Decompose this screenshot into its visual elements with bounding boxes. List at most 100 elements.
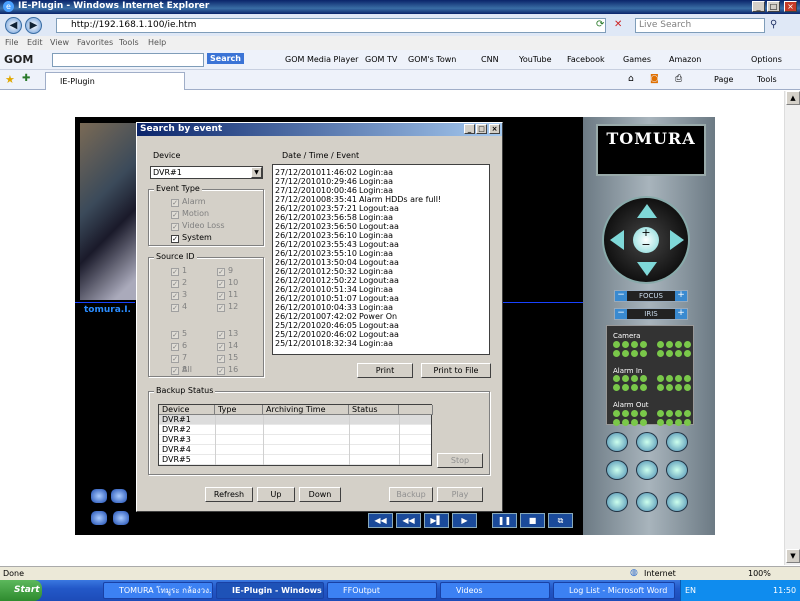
backup-button[interactable]: Backup: [389, 487, 433, 502]
minimize-button[interactable]: _: [752, 1, 765, 12]
iris-plus-button[interactable]: +: [675, 309, 687, 319]
alarm-bell-button[interactable]: [636, 432, 658, 452]
live-search-input[interactable]: Live Search: [635, 18, 765, 33]
col-type[interactable]: Type: [215, 405, 263, 415]
menu-tools[interactable]: Tools: [119, 38, 139, 47]
print-to-file-button[interactable]: Print to File: [421, 363, 491, 378]
source-id-checkbox[interactable]: ✓ 7: [171, 353, 187, 363]
layout-4-button[interactable]: [110, 488, 128, 504]
address-input[interactable]: http://192.168.1.100/ie.htm: [56, 18, 606, 33]
home-icon[interactable]: ⌂: [628, 74, 634, 84]
task-ffoutput[interactable]: FFOutput: [327, 582, 437, 599]
page-menu[interactable]: Page: [714, 75, 733, 84]
source-id-checkbox[interactable]: ✓ 16: [217, 365, 238, 375]
scroll-up-arrow[interactable]: ▲: [786, 91, 800, 105]
source-id-checkbox[interactable]: ✓ 1: [171, 266, 187, 276]
zoom-center-button[interactable]: + −: [633, 227, 659, 253]
print-icon[interactable]: ⎙: [675, 74, 682, 84]
source-id-checkbox[interactable]: ✓ 6: [171, 341, 187, 351]
toolbar-amazon[interactable]: Amazon: [669, 55, 701, 64]
source-id-checkbox[interactable]: ✓ 9: [217, 266, 233, 276]
setup-button[interactable]: [606, 492, 628, 512]
export-button[interactable]: ⧉: [548, 513, 573, 528]
source-id-checkbox[interactable]: ✓ 10: [217, 278, 238, 288]
col-status[interactable]: Status: [349, 405, 399, 415]
network-button[interactable]: [666, 492, 688, 512]
source-id-checkbox[interactable]: ✓ 15: [217, 353, 238, 363]
ptz-direction-pad[interactable]: + −: [602, 196, 690, 284]
source-id-checkbox[interactable]: ✓ 2: [171, 278, 187, 288]
rss-icon[interactable]: ◙: [650, 74, 659, 84]
play-button[interactable]: Play: [437, 487, 483, 502]
ptz-button[interactable]: [606, 460, 628, 480]
event-type-checkbox[interactable]: ✓ Video Loss: [171, 221, 225, 231]
toolbar-gom-tv[interactable]: GOM TV: [365, 55, 397, 64]
source-id-checkbox[interactable]: ✓ 12: [217, 302, 238, 312]
playback-button[interactable]: [666, 460, 688, 480]
zoom-level[interactable]: 100%: [748, 569, 771, 578]
pan-right-arrow[interactable]: [670, 230, 684, 250]
device-select[interactable]: DVR#1 ▼: [150, 166, 263, 179]
source-id-checkbox[interactable]: ✓ 14: [217, 341, 238, 351]
favorites-star-icon[interactable]: ★: [5, 73, 15, 86]
iris-minus-button[interactable]: −: [615, 309, 627, 319]
stop-icon[interactable]: ✕: [614, 19, 627, 32]
pan-left-arrow[interactable]: [610, 230, 624, 250]
toolbar-facebook[interactable]: Facebook: [567, 55, 605, 64]
dialog-close-button[interactable]: ×: [489, 124, 500, 134]
task-videos[interactable]: Videos: [440, 582, 550, 599]
maximize-button[interactable]: □: [767, 1, 780, 12]
refresh-icon[interactable]: ⟳: [596, 19, 609, 32]
search-button[interactable]: [636, 460, 658, 480]
toolbar-options[interactable]: Options: [751, 55, 782, 64]
col-device-name[interactable]: Device Name: [159, 405, 215, 423]
play-forward-button[interactable]: ▶: [452, 513, 477, 528]
menu-edit[interactable]: Edit: [27, 38, 43, 47]
source-id-checkbox[interactable]: ✓ 11: [217, 290, 238, 300]
source-id-checkbox[interactable]: ✓ All: [171, 365, 192, 375]
forward-button[interactable]: ▶: [25, 17, 42, 34]
backup-row[interactable]: DVR#4: [159, 445, 431, 455]
focus-plus-button[interactable]: +: [675, 291, 687, 301]
toolbar-gom-town[interactable]: GOM's Town: [408, 55, 456, 64]
back-button[interactable]: ◀: [5, 17, 22, 34]
language-indicator[interactable]: EN: [685, 586, 696, 595]
menu-help[interactable]: Help: [148, 38, 166, 47]
refresh-button[interactable]: Refresh: [205, 487, 253, 502]
backup-row[interactable]: DVR#2: [159, 425, 431, 435]
up-button[interactable]: Up: [257, 487, 295, 502]
event-type-checkbox[interactable]: ✓ System: [171, 233, 212, 243]
col-archiving-time[interactable]: Archiving Time: [263, 405, 349, 415]
source-id-checkbox[interactable]: ✓ 13: [217, 329, 238, 339]
close-button[interactable]: ×: [784, 1, 797, 12]
toolbar-youtube[interactable]: YouTube: [519, 55, 552, 64]
channel-button[interactable]: [112, 510, 130, 526]
tools-menu[interactable]: Tools: [757, 75, 777, 84]
search-icon[interactable]: ⚲: [770, 19, 777, 30]
scroll-down-arrow[interactable]: ▼: [786, 549, 800, 563]
print-button[interactable]: Print: [357, 363, 413, 378]
menu-view[interactable]: View: [50, 38, 69, 47]
event-list[interactable]: 27/12/2010 11:46:02 Login:aa 27/12/2010 10:2…: [272, 164, 490, 355]
dialog-minimize-button[interactable]: _: [464, 124, 475, 134]
task-log-list-word[interactable]: Log List - Microsoft Word: [553, 582, 675, 599]
pause-button[interactable]: ❚❚: [492, 513, 517, 528]
backup-row[interactable]: DVR#3: [159, 435, 431, 445]
tab-ie-plugin[interactable]: IE-Plugin: [45, 72, 185, 90]
add-favorite-icon[interactable]: ✚: [22, 73, 30, 84]
toolbar-gom-media-player[interactable]: GOM Media Player: [285, 55, 358, 64]
rewind-button[interactable]: ◀◀: [396, 513, 421, 528]
menu-favorites[interactable]: Favorites: [77, 38, 113, 47]
event-type-checkbox[interactable]: ✓ Motion: [171, 209, 209, 219]
dialog-maximize-button[interactable]: □: [476, 124, 487, 134]
task-ie-plugin[interactable]: IE-Plugin - Windows I...: [216, 582, 324, 599]
backup-row[interactable]: DVR#5: [159, 455, 431, 465]
source-id-checkbox[interactable]: ✓ 5: [171, 329, 187, 339]
down-button[interactable]: Down: [299, 487, 341, 502]
backup-row[interactable]: DVR#1: [159, 415, 431, 425]
pan-down-arrow[interactable]: [637, 262, 657, 276]
rewind-fast-button[interactable]: ◀◀: [368, 513, 393, 528]
step-forward-button[interactable]: ▶▌: [424, 513, 449, 528]
focus-minus-button[interactable]: −: [615, 291, 627, 301]
menu-file[interactable]: File: [5, 38, 18, 47]
